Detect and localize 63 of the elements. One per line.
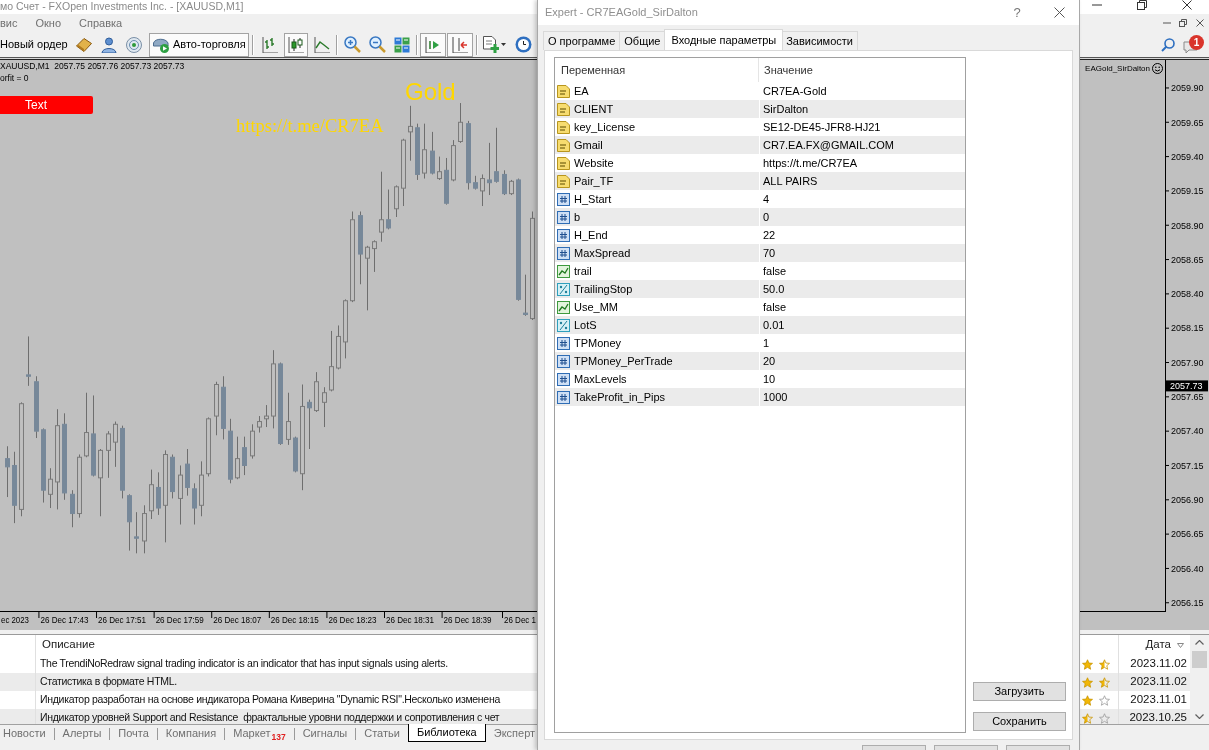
expert-name: EAGold_SirDalton: [1085, 63, 1150, 74]
date: 2023.11.02: [1130, 674, 1187, 690]
param-name: TrailingStop: [574, 281, 633, 297]
price-label: 2056.40: [1171, 563, 1204, 574]
param-name: LotS: [574, 317, 597, 333]
time-label: 26 Dec 18:15: [270, 615, 322, 625]
description: The TrendiNoRedraw signal trading indicator is an indicator that has input signals using alerts.: [40, 656, 448, 672]
param-name: MaxLevels: [574, 371, 627, 387]
time-label: 26 Dec 18:39: [443, 615, 495, 625]
dialog-title: Expert - CR7EAGold_SirDalton: [545, 5, 698, 21]
param-name: TPMoney: [574, 335, 622, 351]
date: 2023.11.02: [1130, 656, 1187, 672]
window-title: мо Счет - FXOpen Investments Inc. - [XAUUSD,M1]: [0, 0, 244, 12]
price-label: 2058.15: [1171, 323, 1204, 334]
param-name: TPMoney_PerTrade: [574, 353, 673, 369]
description: Индикатор уровней Support and Resistance фрактальные уровни поддержки и сопротивления с чет: [40, 710, 500, 724]
notification-count: 137: [271, 732, 286, 742]
time-label: ec 2023: [1, 615, 32, 625]
param-name: H_End: [574, 227, 608, 243]
price-label: 2059.15: [1171, 186, 1204, 197]
chart-text: Gold: [405, 80, 456, 104]
price-label: 2057.40: [1171, 426, 1204, 437]
param-name: Use_MM: [574, 299, 618, 315]
price-label: 2056.65: [1171, 529, 1204, 540]
chart-label: Text: [0, 96, 93, 114]
time-label: 26 Dec 17:59: [155, 615, 207, 625]
chart-link-text: https://t.me/CR7EA: [236, 116, 384, 136]
chart-comment: orfit = 0: [0, 73, 29, 83]
price-label: 2058.65: [1171, 254, 1204, 265]
param-name: Website: [574, 155, 614, 171]
price-tag: 2057.73: [1166, 380, 1208, 392]
price-label: 2058.40: [1171, 289, 1204, 300]
param-name: EA: [574, 83, 589, 99]
param-name: Pair_TF: [574, 173, 614, 189]
price-label: 2058.90: [1171, 220, 1204, 231]
param-name: H_Start: [574, 191, 612, 207]
param-name: key_License: [574, 119, 636, 135]
param-name: trail: [574, 263, 592, 279]
time-label: 26 Dec 17:43: [40, 615, 91, 625]
price-label: 2059.90: [1171, 83, 1204, 94]
price-label: 2056.90: [1171, 495, 1204, 506]
time-label: 26 Dec 18:23: [328, 615, 379, 625]
param-name: b: [574, 209, 581, 225]
price-label: 2057.65: [1171, 392, 1204, 403]
price-label: 2056.15: [1171, 598, 1204, 609]
param-name: MaxSpread: [574, 245, 631, 261]
param-name: TakeProfit_in_Pips: [574, 389, 666, 405]
date: 2023.11.01: [1130, 692, 1187, 708]
price-label: 2057.90: [1171, 357, 1204, 368]
time-label: 26 Dec 18:07: [213, 615, 264, 625]
time-label: 26 Dec 18:31: [386, 615, 437, 625]
price-label: 2057.15: [1171, 460, 1204, 471]
time-label: 26 Dec 17:51: [98, 615, 149, 625]
notification-badge: 1: [1189, 34, 1204, 50]
time-label: 26 Dec 1: [504, 615, 539, 625]
description: Статистика в формате HTML.: [40, 674, 177, 690]
date: 2023.10.25: [1129, 710, 1187, 724]
chart-info: XAUUSD,M1 2057.75 2057.76 2057.73 2057.73: [0, 61, 185, 71]
price-label: 2059.65: [1171, 117, 1204, 128]
param-name: CLIENT: [574, 101, 614, 117]
param-name: Gmail: [574, 137, 603, 153]
price-label: 2059.40: [1171, 151, 1204, 162]
description: Индикатор разработан на основе индикатора Романа Киверина "Dynamic RSI".Несколько изменена: [40, 692, 500, 708]
